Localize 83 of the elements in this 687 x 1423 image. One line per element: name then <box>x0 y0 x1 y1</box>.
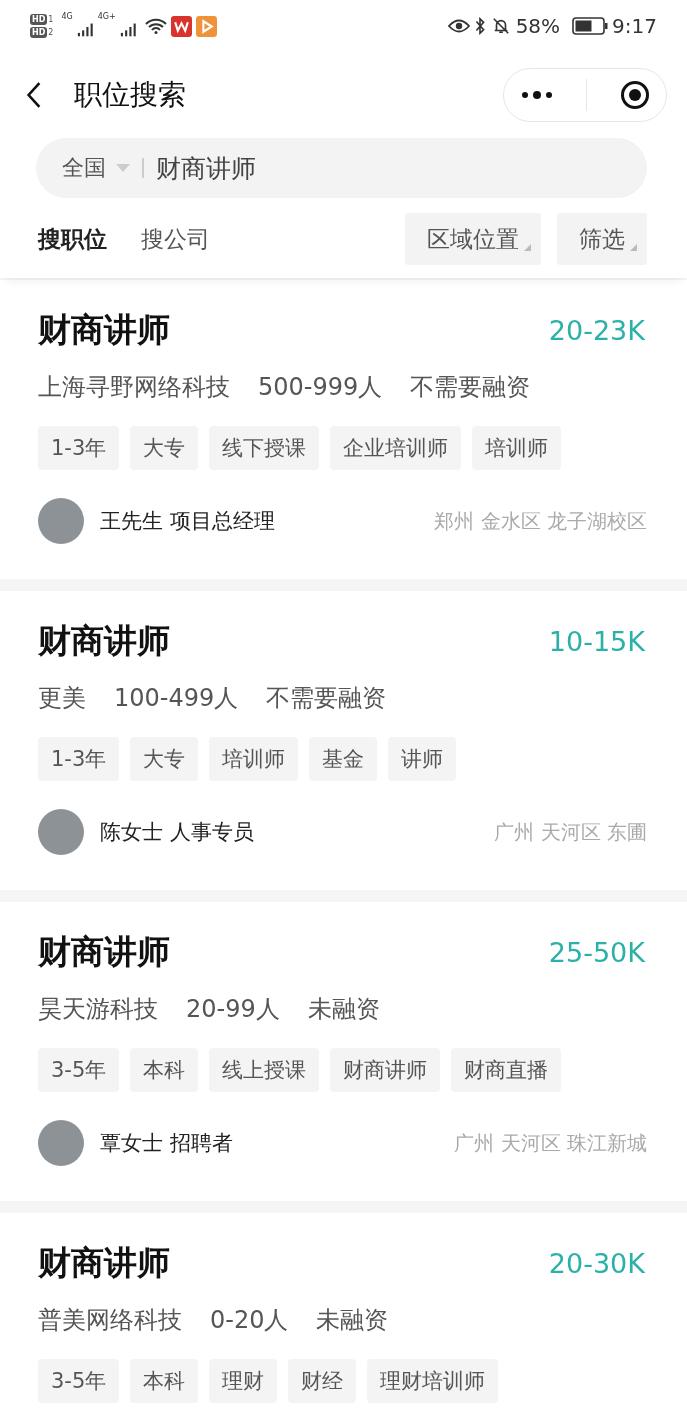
battery-icon <box>572 17 609 35</box>
job-tag: 大专 <box>130 426 199 470</box>
signal-icon <box>76 21 94 37</box>
corner-triangle-icon <box>524 244 531 251</box>
search-field[interactable]: 全国 财商讲师 <box>36 138 647 198</box>
recruiter-name: 覃女士 招聘者 <box>100 1130 233 1157</box>
sim-slot: 1 <box>48 14 54 25</box>
salary: 20-23K <box>548 314 645 346</box>
page-title: 职位搜索 <box>74 77 186 113</box>
company-info: 不需要融资 <box>410 372 531 403</box>
region-selector[interactable]: 全国 <box>62 153 106 183</box>
job-tag: 培训师 <box>209 737 299 781</box>
job-tag: 财商讲师 <box>330 1048 441 1092</box>
close-target-icon[interactable] <box>619 80 650 110</box>
company-info: 更美 <box>38 683 86 714</box>
job-card[interactable]: 财商讲师 20-30K 普美网络科技 0-20人 未融资 3-5年 本科 理财 财经 理财培训师 <box>0 1213 687 1423</box>
recruiter-name: 陈女士 人事专员 <box>100 819 254 846</box>
job-tag: 理财 <box>209 1359 278 1403</box>
job-card[interactable]: 财商讲师 20-23K 上海寻野网络科技 500-999人 不需要融资 1-3年 大专 线下授课 企业培训师 培训师 王先生 项目总经理 郑州 金水区 龙子湖校区 <box>0 280 687 579</box>
job-tag: 线下授课 <box>209 426 320 470</box>
salary: 25-50K <box>548 936 645 968</box>
job-tag: 1-3年 <box>38 737 120 781</box>
company-info: 100-499人 <box>114 683 239 714</box>
job-tag: 理财培训师 <box>367 1359 499 1403</box>
job-card[interactable]: 财商讲师 25-50K 昊天游科技 20-99人 未融资 3-5年 本科 线上授课 财商讲师 财商直播 覃女士 招聘者 广州 天河区 珠江新城 <box>0 902 687 1201</box>
job-tag: 财经 <box>288 1359 357 1403</box>
company-info: 上海寻野网络科技 <box>38 372 230 403</box>
job-tag: 1-3年 <box>38 426 120 470</box>
sim-label: HD <box>30 14 48 25</box>
avatar <box>38 1120 84 1166</box>
clock: 9:17 <box>612 14 657 38</box>
avatar <box>38 809 84 855</box>
job-tag: 大专 <box>130 737 199 781</box>
job-tag: 本科 <box>130 1048 199 1092</box>
network-type: 4G <box>61 12 73 21</box>
signal-icon <box>119 21 137 37</box>
search-value: 财商讲师 <box>156 152 256 185</box>
job-tag: 讲师 <box>388 737 457 781</box>
caret-icon <box>116 164 130 172</box>
bluetooth-icon <box>473 17 486 35</box>
salary: 10-15K <box>548 625 645 657</box>
job-tag: 本科 <box>130 1359 199 1403</box>
company-info: 未融资 <box>316 1305 389 1336</box>
sim-label: HD <box>30 27 48 38</box>
battery-percent: 58% <box>515 14 561 38</box>
more-icon[interactable] <box>520 90 555 100</box>
eye-icon <box>447 17 470 35</box>
job-tag: 培训师 <box>472 426 562 470</box>
search-tab[interactable]: 搜职位 <box>38 223 107 255</box>
app-icon <box>170 15 192 37</box>
search-tab[interactable]: 搜公司 <box>141 223 210 255</box>
job-tag: 3-5年 <box>38 1048 120 1092</box>
back-icon[interactable] <box>26 81 42 109</box>
avatar <box>38 498 84 544</box>
company-info: 昊天游科技 <box>38 994 158 1025</box>
job-title: 财商讲师 <box>38 619 170 662</box>
company-info: 20-99人 <box>186 994 280 1025</box>
network-type: 4G+ <box>97 12 116 21</box>
recruiter-name: 王先生 项目总经理 <box>100 508 275 535</box>
job-tag: 基金 <box>309 737 378 781</box>
job-title: 财商讲师 <box>38 930 170 973</box>
company-info: 0-20人 <box>210 1305 289 1336</box>
job-location: 广州 天河区 珠江新城 <box>454 1129 647 1157</box>
job-tag: 线上授课 <box>209 1048 320 1092</box>
corner-triangle-icon <box>630 244 637 251</box>
job-title: 财商讲师 <box>38 1241 170 1284</box>
company-info: 500-999人 <box>258 372 383 403</box>
sim-slot: 2 <box>48 27 54 38</box>
salary: 20-30K <box>548 1247 645 1279</box>
job-tag: 财商直播 <box>451 1048 562 1092</box>
company-info: 普美网络科技 <box>38 1305 182 1336</box>
company-info: 不需要融资 <box>266 683 387 714</box>
filter-button[interactable]: 区域位置 <box>405 213 541 265</box>
wifi-icon <box>144 18 167 34</box>
company-info: 未融资 <box>307 994 380 1025</box>
job-tag: 3-5年 <box>38 1359 120 1403</box>
job-card[interactable]: 财商讲师 10-15K 更美 100-499人 不需要融资 1-3年 大专 培训师 基金 讲师 陈女士 人事专员 广州 天河区 东圃 <box>0 591 687 890</box>
job-title: 财商讲师 <box>38 308 170 351</box>
job-tag: 企业培训师 <box>330 426 462 470</box>
job-location: 广州 天河区 东圃 <box>494 818 647 846</box>
play-app-icon <box>195 15 217 37</box>
filter-button[interactable]: 筛选 <box>557 213 647 265</box>
job-location: 郑州 金水区 龙子湖校区 <box>434 507 647 535</box>
